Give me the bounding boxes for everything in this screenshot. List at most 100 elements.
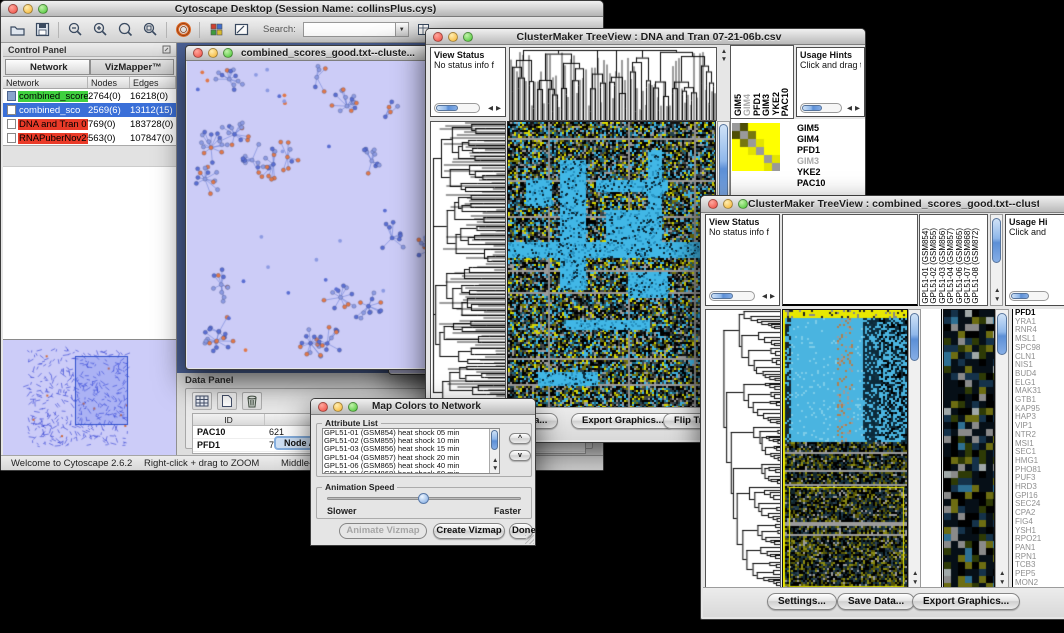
network-tree-row[interactable]: combined_sco 2569(6) 13112(15) (3, 103, 176, 117)
create-vizmap-button[interactable]: Create Vizmap (433, 523, 505, 539)
column-header-nodes[interactable]: Nodes (88, 77, 130, 88)
annotation-icon[interactable] (232, 21, 250, 39)
tv2-hints-hscrollbar[interactable] (1009, 291, 1049, 301)
close-button[interactable] (193, 48, 203, 58)
scroll-thumb[interactable] (491, 430, 498, 450)
zoom-out-icon[interactable] (66, 21, 84, 39)
network-tree-row[interactable]: RNAPuberNov2+ 563(0) 107847(0) (3, 131, 176, 145)
zoom-button[interactable] (463, 32, 473, 42)
minimize-button[interactable] (23, 4, 33, 14)
scroll-right-arrow[interactable]: ▶ (496, 106, 501, 113)
tv1-row-dendrogram[interactable] (430, 121, 506, 413)
scroll-thumb[interactable] (992, 218, 1001, 263)
search-input[interactable] (303, 22, 395, 37)
treeview-button[interactable]: Export Graphics... (912, 593, 1020, 610)
help-lifesaver-icon[interactable] (174, 21, 192, 39)
zoom-fit-icon[interactable] (141, 21, 159, 39)
minimize-button[interactable] (723, 199, 733, 209)
close-button[interactable] (318, 402, 328, 412)
vizmapper-icon[interactable] (207, 21, 225, 39)
network-tree-row[interactable]: combined_scores 2764(0) 16218(0) (3, 89, 176, 103)
close-button[interactable] (708, 199, 718, 209)
tv1-column-dendrogram[interactable] (509, 47, 717, 121)
birdseye-view-panel[interactable] (3, 339, 176, 455)
tv2-heatmap-vscrollbar[interactable]: ▲ ▼ (908, 309, 921, 589)
attr-column-id[interactable]: ID (193, 414, 265, 425)
tv1-titlebar[interactable]: ClusterMaker TreeView : DNA and Tran 07-… (426, 29, 865, 45)
select-attributes-icon[interactable] (192, 392, 212, 410)
zoom-button[interactable] (38, 4, 48, 14)
birdseye-canvas[interactable] (3, 340, 177, 455)
save-session-button[interactable] (33, 21, 51, 39)
tv2-row-labels[interactable]: PFD1YRA1RNR4MSL1SPC98CLN1NIS1BUD4ELG1MAK… (1012, 309, 1064, 589)
speed-slider[interactable] (327, 497, 521, 500)
search-dropdown-arrow[interactable]: ▼ (395, 22, 409, 37)
scroll-thumb[interactable] (436, 105, 458, 111)
zoom-in-icon[interactable] (91, 21, 109, 39)
minimize-button[interactable] (448, 32, 458, 42)
scroll-left-arrow[interactable]: ◀ (762, 294, 767, 301)
panel-tab[interactable]: VizMapper™ (90, 59, 175, 75)
scroll-up-arrow[interactable]: ▲ (492, 458, 498, 465)
delete-attribute-icon[interactable] (242, 392, 262, 410)
minimize-button[interactable] (333, 402, 343, 412)
attribute-listbox[interactable]: GPL51-01 (GSM854) heat shock 05 minGPL51… (322, 428, 500, 474)
tv1-heatmap[interactable] (507, 121, 716, 413)
resize-grip[interactable] (525, 535, 534, 544)
scroll-right-arrow[interactable]: ▶ (770, 294, 775, 301)
scroll-left-arrow[interactable]: ◀ (847, 106, 852, 113)
column-header-edges[interactable]: Edges (130, 77, 176, 88)
treeview-button[interactable]: Export Graphics... (571, 413, 675, 429)
move-down-button[interactable]: v (509, 450, 531, 461)
scroll-down-arrow[interactable]: ▼ (994, 297, 1000, 304)
scroll-thumb[interactable] (997, 313, 1007, 355)
scroll-thumb[interactable] (711, 293, 733, 299)
network-tree-row[interactable]: DNA and Tran 07 769(0) 183728(0) (3, 117, 176, 131)
animate-vizmap-button[interactable]: Animate Vizmap (339, 523, 427, 539)
tv2-column-tree-area[interactable] (782, 214, 918, 306)
zoom-button[interactable] (348, 402, 358, 412)
minimize-button[interactable] (208, 48, 218, 58)
scroll-right-arrow[interactable]: ▶ (855, 106, 860, 113)
scroll-up-arrow[interactable]: ▲ (999, 571, 1005, 578)
zoom-selected-icon[interactable] (116, 21, 134, 39)
scroll-down-arrow[interactable]: ▼ (912, 580, 918, 587)
tv1-splitter-arrows[interactable]: ▲▼ (719, 49, 729, 63)
slider-thumb[interactable] (418, 493, 429, 504)
scroll-thumb[interactable] (802, 105, 822, 111)
scroll-down-arrow[interactable]: ▼ (492, 466, 498, 473)
panel-tab[interactable]: Network (5, 59, 90, 75)
open-session-button[interactable] (8, 21, 26, 39)
treeview-button[interactable]: Save Data... (837, 593, 915, 610)
tv1-status-hscrollbar[interactable] (434, 103, 480, 113)
scroll-up-arrow[interactable]: ▲ (994, 288, 1000, 295)
scroll-left-arrow[interactable]: ◀ (488, 106, 493, 113)
main-titlebar[interactable]: Cytoscape Desktop (Session Name: collins… (1, 1, 603, 17)
tv1-mini-heatmap[interactable] (732, 123, 780, 171)
tv1-row-labels[interactable]: GIM5GIM4PFD1GIM3YKE2PAC10 (797, 123, 863, 189)
move-up-button[interactable]: ^ (509, 433, 531, 444)
treeview-button[interactable]: Settings... (767, 593, 837, 610)
close-button[interactable] (8, 4, 18, 14)
tv2-heatmap[interactable] (782, 309, 908, 589)
new-attribute-icon[interactable] (217, 392, 237, 410)
tv2-zoom-vscrollbar[interactable]: ▲ ▼ (995, 309, 1009, 589)
scroll-thumb[interactable] (719, 124, 728, 206)
scroll-thumb[interactable] (910, 313, 919, 361)
tv1-hints-hscrollbar[interactable] (800, 103, 842, 113)
float-panel-icon[interactable] (162, 45, 171, 54)
zoom-button[interactable] (223, 48, 233, 58)
scroll-thumb[interactable] (1011, 293, 1029, 299)
close-button[interactable] (433, 32, 443, 42)
tv2-row-dendrogram[interactable] (705, 309, 781, 589)
scroll-down-arrow[interactable]: ▼ (999, 580, 1005, 587)
attribute-list-vscrollbar[interactable]: ▲ ▼ (489, 429, 499, 473)
tv2-status-hscrollbar[interactable] (709, 291, 755, 301)
tv1-column-labels[interactable]: GIM5GIM4PFD1GIM3YKE2PAC10 (730, 45, 794, 119)
tv2-zoomed-heatmap[interactable] (943, 309, 995, 589)
tv2-column-labels[interactable]: GPL51-01 (GSM854)GPL51-02 (GSM855)GPL51-… (919, 214, 988, 306)
tv2-labels-vscrollbar[interactable]: ▲ ▼ (990, 214, 1003, 306)
column-header-network[interactable]: Network (3, 77, 88, 88)
dialog-titlebar[interactable]: Map Colors to Network (311, 399, 535, 415)
scroll-up-arrow[interactable]: ▲ (912, 571, 918, 578)
